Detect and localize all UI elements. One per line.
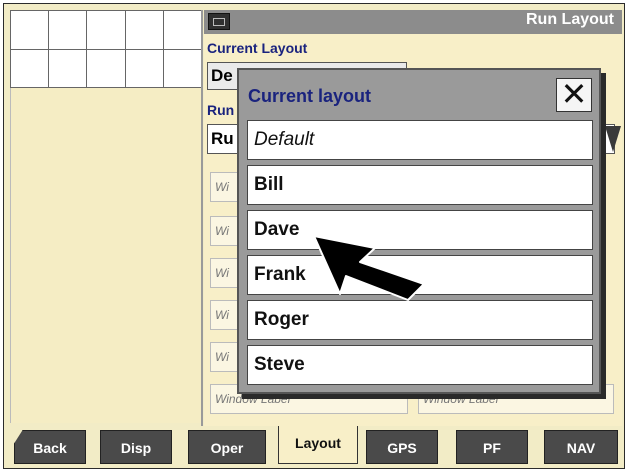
layout-option-bill[interactable]: Bill <box>247 165 593 205</box>
window-title: Run Layout <box>526 11 614 28</box>
nav-gps-tab[interactable]: GPS <box>366 430 438 464</box>
layout-option-roger[interactable]: Roger <box>247 300 593 340</box>
current-layout-label: Current Layout <box>207 40 308 56</box>
layout-option-steve[interactable]: Steve <box>247 345 593 385</box>
nav-nav-tab[interactable]: NAV <box>544 430 618 464</box>
overview-grid <box>10 10 202 88</box>
nav-oper-tab[interactable]: Oper <box>188 430 266 464</box>
panel-divider <box>201 10 203 426</box>
left-panel <box>10 88 202 423</box>
popup-title: Current layout <box>248 86 372 106</box>
layout-option-dave[interactable]: Dave <box>247 210 593 250</box>
current-layout-popup: Current layout ✕ Default Bill Dave Frank… <box>237 68 601 394</box>
layout-option-default[interactable]: Default <box>247 120 593 160</box>
layout-option-frank[interactable]: Frank <box>247 255 593 295</box>
title-bar: Run Layout <box>204 10 622 34</box>
camera-icon[interactable] <box>208 13 230 30</box>
nav-disp-tab[interactable]: Disp <box>100 430 172 464</box>
run-label: Run <box>207 102 235 118</box>
close-icon[interactable]: ✕ <box>556 78 592 112</box>
nav-layout-tab[interactable]: Layout <box>278 426 358 464</box>
nav-pf-tab[interactable]: PF <box>456 430 528 464</box>
nav-back-button[interactable]: Back <box>14 430 86 464</box>
